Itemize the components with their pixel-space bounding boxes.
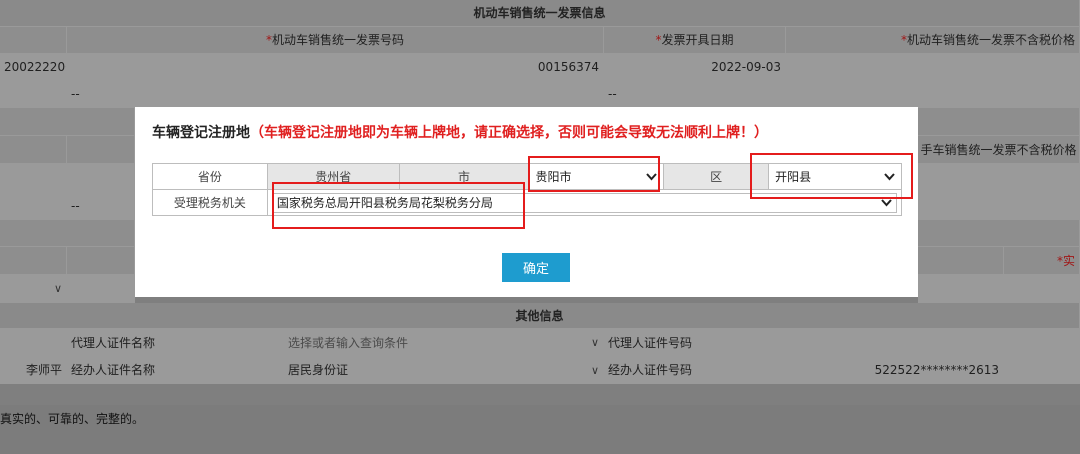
- footnote-text: 真实的、可靠的、完整的。: [0, 412, 145, 426]
- dropdown-cell[interactable]: ∨: [0, 275, 67, 303]
- modal-title: 车辆登记注册地（车辆登记注册地即为车辆上牌地，请正确选择，否则可能会导致无法顺利…: [152, 122, 768, 142]
- handler-name: 李师平: [0, 357, 67, 384]
- invoice-number-value: 00156374: [67, 54, 604, 81]
- province-label: 省份: [152, 163, 268, 190]
- handler-id-select[interactable]: 居民身份证 ∨: [284, 357, 604, 384]
- chevron-down-icon: ∨: [53, 282, 62, 295]
- empty-cell: [0, 247, 67, 275]
- district-highlight-box: [750, 153, 913, 199]
- price-label: * 机动车销售统一发票不含税价格: [786, 27, 1080, 54]
- empty-cell: [67, 136, 135, 164]
- city-highlight-box: [528, 156, 660, 192]
- empty-cell: [0, 329, 67, 357]
- dash-value: --: [604, 81, 786, 108]
- empty-cell: [786, 81, 1080, 108]
- empty-cell: [918, 164, 1080, 192]
- empty-cell: [67, 247, 135, 275]
- chevron-down-icon: ∨: [590, 336, 599, 349]
- empty-cell: [67, 164, 135, 192]
- page-bottom: [0, 405, 1080, 454]
- tax-office-label: 受理税务机关: [152, 189, 268, 216]
- invoice-no-label: * 机动车销售统一发票号码: [67, 27, 604, 54]
- empty-cell: [67, 275, 135, 303]
- handler-id-no-label: 经办人证件号码: [604, 357, 786, 384]
- partial-label-text: *实: [1056, 253, 1075, 268]
- empty-cell: [0, 81, 67, 108]
- issue-date-value: 2022-09-03: [604, 54, 786, 81]
- empty-cell: [0, 220, 135, 247]
- agent-id-name-label: 代理人证件名称: [67, 329, 284, 357]
- agent-id-no-input[interactable]: [786, 329, 1004, 357]
- dash-value: --: [67, 192, 135, 220]
- other-info-title: 其他信息: [0, 303, 1080, 329]
- invoice-section-title: 机动车销售统一发票信息: [0, 0, 1080, 27]
- empty-cell: [1004, 329, 1080, 357]
- empty-cell: [918, 192, 1080, 220]
- chevron-down-icon: ∨: [590, 363, 599, 377]
- price-label-text: 机动车销售统一发票不含税价格: [906, 33, 1075, 47]
- empty-cell: [0, 27, 67, 54]
- secondhand-price-label: 手车销售统一发票不含税价格: [918, 136, 1080, 164]
- dash-value: --: [67, 81, 604, 108]
- empty-cell: [0, 192, 67, 220]
- modal-title-text: 车辆登记注册地: [152, 125, 250, 141]
- agent-id-no-label: 代理人证件号码: [604, 329, 786, 357]
- empty-cell: [0, 136, 67, 164]
- handler-id-no-value: 522522********2613: [786, 357, 1004, 384]
- handler-id-name-label: 经办人证件名称: [67, 357, 284, 384]
- empty-cell: [1004, 275, 1080, 303]
- invoice-code-value: 2002222001: [0, 54, 67, 81]
- handler-id-type: 居民身份证: [288, 363, 349, 377]
- registration-modal: 车辆登记注册地（车辆登记注册地即为车辆上牌地，请正确选择，否则可能会导致无法顺利…: [135, 107, 918, 297]
- issue-date-label: * 发票开具日期: [604, 27, 786, 54]
- empty-cell: [1004, 357, 1080, 384]
- agent-id-placeholder: 选择或者输入查询条件: [288, 335, 409, 350]
- empty-cell: [918, 108, 1080, 136]
- empty-cell: [0, 164, 67, 192]
- tax-office-highlight-box: [272, 182, 525, 229]
- empty-cell: [0, 108, 135, 136]
- issue-date-label-text: 发票开具日期: [661, 33, 734, 47]
- invoice-no-label-text: 机动车销售统一发票号码: [271, 33, 404, 47]
- agent-id-select[interactable]: 选择或者输入查询条件 ∨: [284, 329, 604, 357]
- empty-cell: [918, 247, 1004, 275]
- price-value[interactable]: [786, 54, 1080, 81]
- modal-warning: （车辆登记注册地即为车辆上牌地，请正确选择，否则可能会导致无法顺利上牌！）: [250, 125, 768, 141]
- empty-cell: [918, 275, 1004, 303]
- partial-label: *实: [1004, 247, 1080, 275]
- confirm-button[interactable]: 确定: [502, 253, 570, 282]
- empty-cell: [918, 220, 1080, 247]
